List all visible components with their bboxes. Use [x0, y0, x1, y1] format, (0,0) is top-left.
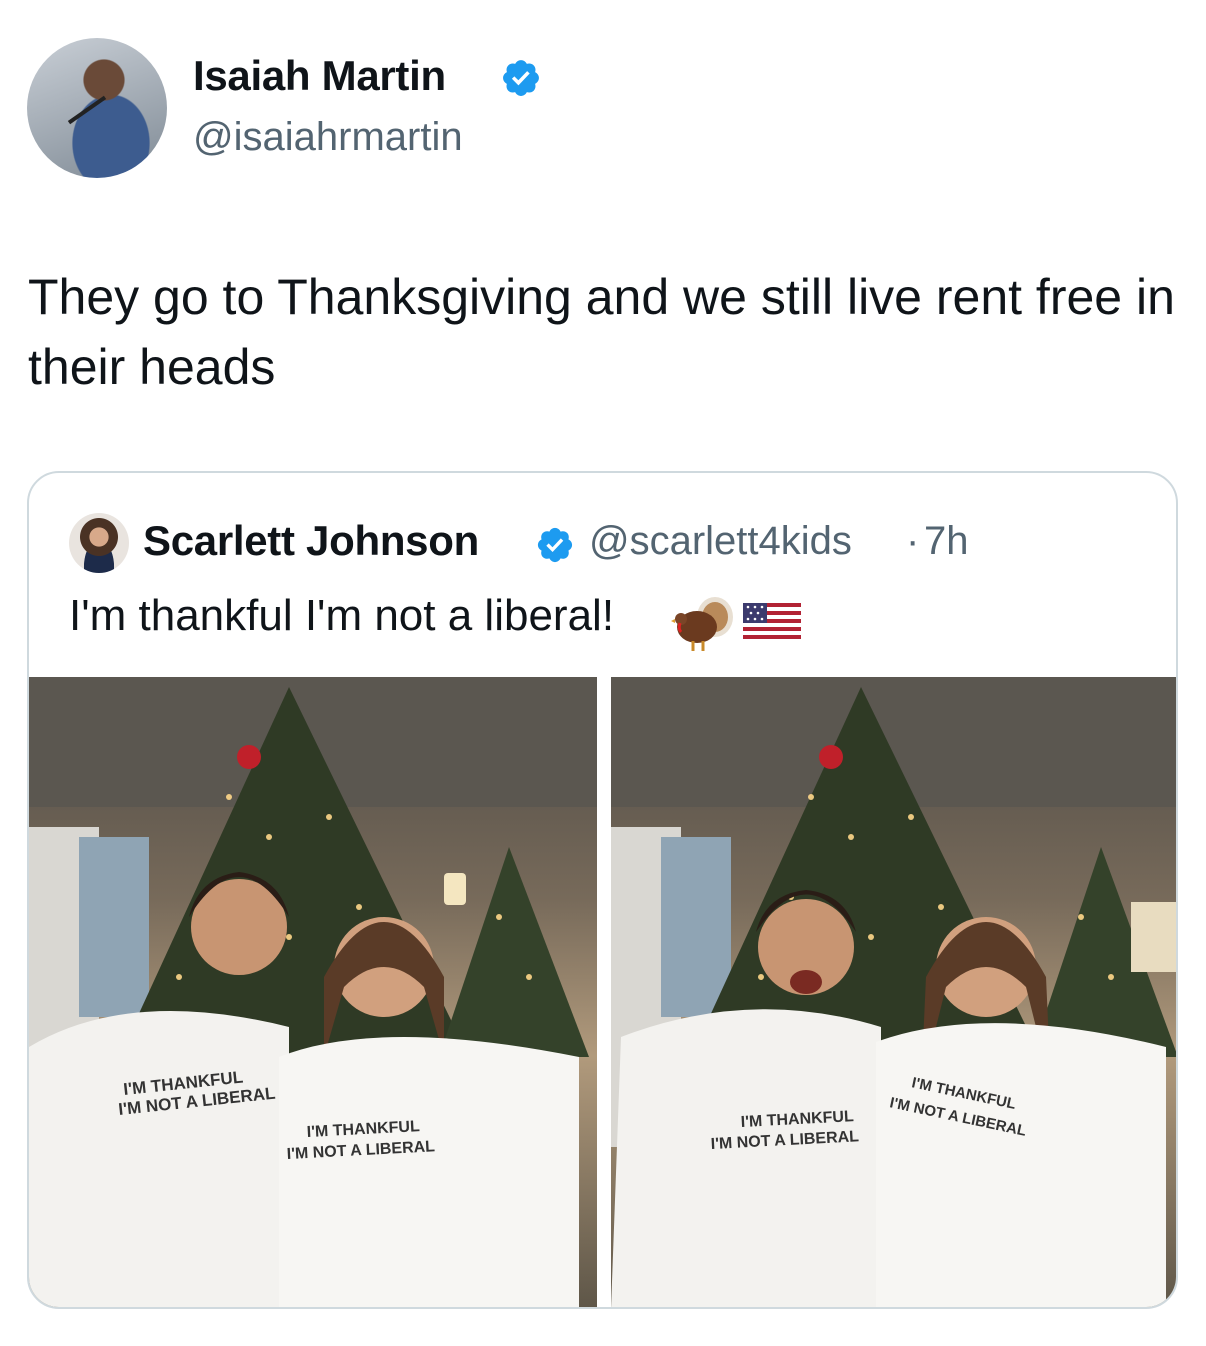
quoted-author-avatar[interactable] [69, 513, 129, 573]
media-photo-1[interactable]: I'M THANKFUL I'M NOT A LIBERAL I'M THANK… [29, 677, 597, 1307]
quoted-timestamp[interactable]: 7h [924, 519, 969, 564]
quoted-author-handle[interactable]: @scarlett4kids [589, 519, 852, 564]
us-flag-icon [743, 603, 801, 643]
author-name[interactable]: Isaiah Martin [193, 52, 446, 100]
author-avatar[interactable] [27, 38, 167, 178]
photo-2-illustration: I'M THANKFUL I'M NOT A LIBERAL I'M THANK… [611, 677, 1176, 1307]
photo-1-illustration: I'M THANKFUL I'M NOT A LIBERAL I'M THANK… [29, 677, 597, 1307]
turkey-icon [671, 597, 733, 651]
verified-badge-icon [537, 527, 573, 563]
separator-dot: · [906, 519, 920, 563]
verified-badge-icon [503, 60, 539, 96]
quoted-tweet-text: I'm thankful I'm not a liberal! [69, 591, 615, 640]
author-handle[interactable]: @isaiahrmartin [193, 115, 463, 160]
tweet-text: They go to Thanksgiving and we still liv… [28, 269, 1175, 395]
quoted-author-name[interactable]: Scarlett Johnson [143, 517, 479, 565]
quoted-tweet[interactable]: Scarlett Johnson @scarlett4kids · 7h I'm… [27, 471, 1178, 1309]
media-photo-2[interactable]: I'M THANKFUL I'M NOT A LIBERAL I'M THANK… [611, 677, 1176, 1307]
